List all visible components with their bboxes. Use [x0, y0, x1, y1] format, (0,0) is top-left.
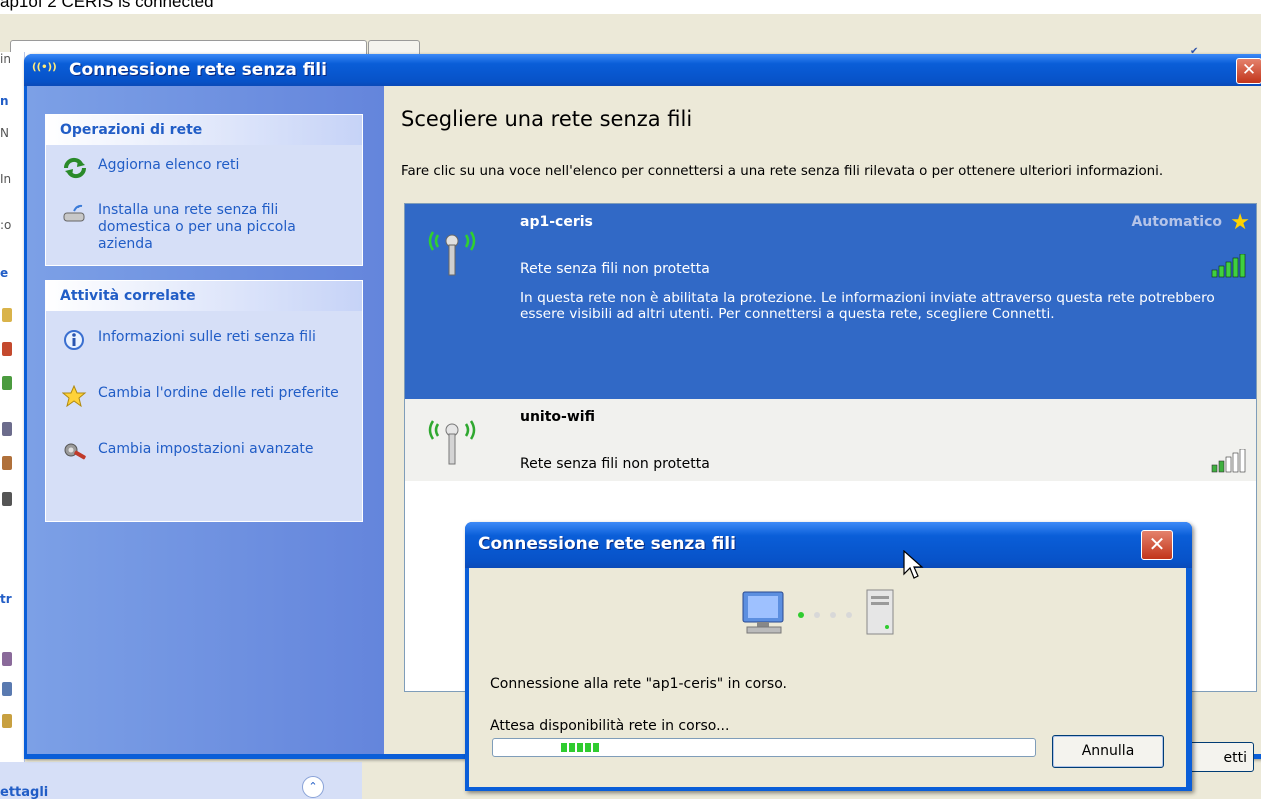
page-title: Scegliere una rete senza fili [401, 107, 693, 131]
network-name: unito-wifi [520, 409, 595, 425]
app-icon [2, 376, 12, 390]
network-status: Rete senza fili non protetta [520, 261, 710, 277]
setup-wireless-icon: • [63, 203, 85, 222]
app-icon [2, 652, 12, 666]
task-label: Informazioni sulle reti senza fili [98, 329, 316, 345]
svg-text:•: • [76, 203, 81, 212]
app-icon [2, 682, 12, 696]
folder-icon [2, 308, 12, 322]
task-setup-wireless[interactable]: • Installa una rete senza fili domestica… [62, 202, 348, 253]
instructions-text: Fare clic su una voce nell'elenco per co… [401, 164, 1164, 179]
group-title: Attività correlate [46, 281, 362, 311]
network-status: Rete senza fili non protetta [520, 456, 710, 472]
dialog-message: Connessione alla rete "ap1-ceris" in cor… [490, 676, 787, 692]
settings-tools-icon [64, 443, 86, 460]
dialog-body: Connessione alla rete "ap1-ceris" in cor… [469, 568, 1186, 787]
dialog-close-button[interactable]: ✕ [1141, 530, 1173, 560]
app-icon [2, 422, 12, 436]
app-icon [2, 456, 12, 470]
app-icon [2, 342, 12, 356]
background-left-strip: in n N In :o e tr [0, 52, 25, 799]
star-icon [62, 385, 87, 407]
wireless-antenna-icon [428, 420, 476, 465]
wireless-antenna-icon [428, 231, 476, 276]
task-label: Cambia impostazioni avanzate [98, 441, 314, 457]
connecting-dialog: Connessione rete senza fili ✕ Connession… [465, 522, 1192, 791]
dialog-titlebar[interactable]: Connessione rete senza fili ✕ [465, 522, 1192, 568]
task-change-preferred-order[interactable]: Cambia l'ordine delle reti preferite [62, 385, 348, 407]
background-fragment: N [0, 126, 9, 140]
progress-segments [561, 743, 599, 752]
dialog-title: Connessione rete senza fili [478, 534, 736, 554]
caption-text: ap1of 2 CERIS is connected [0, 0, 214, 11]
task-pane: Operazioni di rete Aggiorna elenco reti … [27, 86, 384, 754]
task-refresh-network-list[interactable]: Aggiorna elenco reti [62, 157, 348, 179]
connection-mode: Automatico [1131, 214, 1222, 230]
dialog-status: Attesa disponibilità rete in corso... [490, 718, 730, 734]
app-icon [2, 714, 12, 728]
progress-bar [492, 738, 1036, 757]
group-network-tasks: Operazioni di rete Aggiorna elenco reti … [45, 114, 363, 266]
wireless-icon: ((•)) [32, 62, 57, 73]
network-item[interactable]: unito-wifi Rete senza fili non protetta [405, 399, 1256, 481]
refresh-icon [63, 157, 87, 179]
app-icon [2, 492, 12, 506]
background-fragment: :o [0, 218, 12, 232]
task-label: Aggiorna elenco reti [98, 157, 240, 173]
connection-animation-icon [742, 589, 894, 635]
star-icon: ★ [1230, 210, 1250, 235]
task-advanced-settings[interactable]: Cambia impostazioni avanzate [62, 441, 348, 463]
background-fragment: In [0, 172, 12, 186]
signal-strength-icon [1211, 449, 1246, 473]
close-button[interactable]: ✕ [1236, 58, 1261, 84]
background-fragment: n [0, 94, 9, 108]
background-fragment: tr [0, 592, 12, 606]
group-related-tasks: Attività correlate Informazioni sulle re… [45, 280, 363, 522]
background-fragment: e [0, 266, 9, 280]
task-label: Cambia l'ordine delle reti preferite [98, 385, 339, 401]
signal-strength-icon [1211, 254, 1246, 278]
window-titlebar[interactable]: ((•)) Connessione rete senza fili ✕ [24, 54, 1261, 86]
chevron-up-icon[interactable]: ⌃ [302, 776, 324, 798]
group-title: Operazioni di rete [46, 115, 362, 145]
window-title: Connessione rete senza fili [69, 60, 327, 80]
mouse-cursor-icon [903, 550, 924, 579]
network-item[interactable]: ap1-ceris Automatico ★ Rete senza fili n… [405, 204, 1256, 399]
network-name: ap1-ceris [520, 214, 593, 230]
background-fragment: in [0, 52, 11, 66]
task-label: Installa una rete senza fili domestica o… [98, 202, 296, 252]
background-details-label: ettagli [0, 785, 49, 800]
info-icon [64, 330, 84, 350]
task-wireless-info[interactable]: Informazioni sulle reti senza fili [62, 329, 348, 351]
cancel-button[interactable]: Annulla [1052, 735, 1164, 768]
network-description: In questa rete non è abilitata la protez… [520, 290, 1215, 322]
